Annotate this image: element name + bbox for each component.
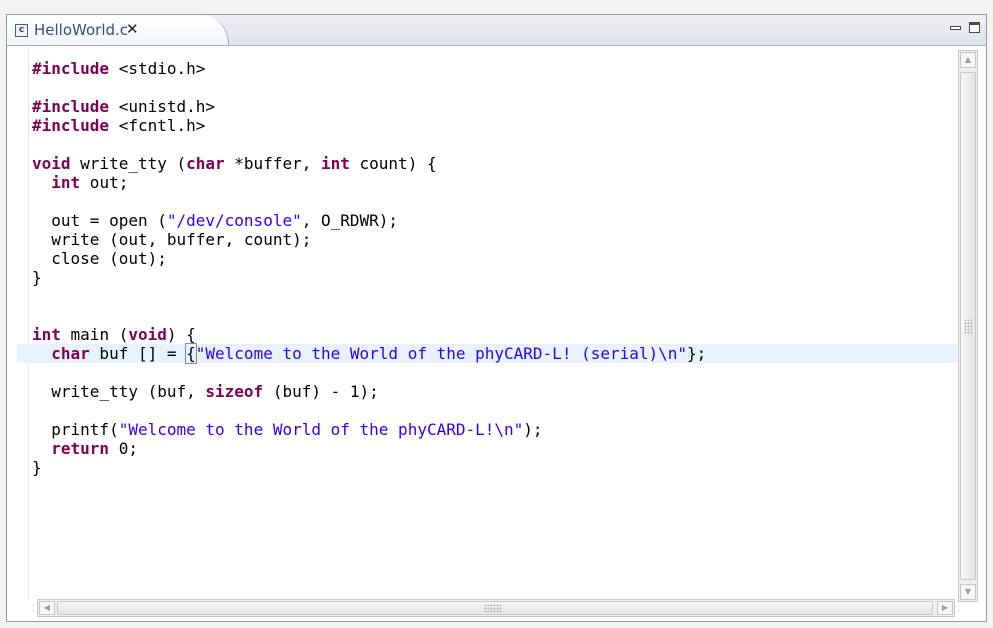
code-line[interactable] (32, 135, 957, 154)
left-ruler (17, 46, 29, 601)
code-line[interactable] (32, 78, 957, 97)
code-line[interactable]: int main (void) { (32, 325, 957, 344)
code-line[interactable] (32, 306, 957, 325)
code-token: } (32, 268, 42, 287)
code-token: <stdio.h> (109, 59, 206, 78)
code-line[interactable] (32, 363, 957, 382)
tab-helloworld-c[interactable]: c HelloWorld.c ✕ (7, 15, 229, 45)
horizontal-scrollbar[interactable]: ◀ ▶ (37, 599, 955, 617)
code-line[interactable]: close (out); (32, 249, 957, 268)
code-token: out; (80, 173, 129, 192)
scroll-up-arrow-icon[interactable]: ▲ (960, 52, 976, 68)
matching-bracket: { (185, 343, 197, 364)
code-token: main ( (60, 325, 129, 344)
code-line[interactable]: #include <stdio.h> (32, 59, 957, 78)
keyword-token: #include (32, 59, 110, 78)
code-token: out = open ( (32, 211, 167, 230)
grip-icon (484, 604, 502, 612)
code-token: <unistd.h> (109, 97, 216, 116)
code-line[interactable]: return 0; (32, 439, 957, 458)
keyword-token: int (32, 325, 61, 344)
code-line[interactable]: void write_tty (char *buffer, int count)… (32, 154, 957, 173)
horizontal-scroll-thumb[interactable] (57, 601, 933, 615)
minimize-icon[interactable] (950, 26, 961, 30)
code-token: write_tty (buf, (32, 382, 206, 401)
current-code-line[interactable]: char buf [] = {"Welcome to the World of … (17, 343, 957, 364)
code-token: buf [] = (89, 344, 187, 363)
code-line[interactable] (32, 401, 957, 420)
code-token: printf( (32, 420, 119, 439)
code-token: } (32, 458, 42, 477)
tab-label: HelloWorld.c (34, 21, 129, 39)
keyword-token: int (51, 173, 81, 192)
code-token: }; (687, 344, 707, 363)
code-line[interactable]: int out; (32, 173, 957, 192)
c-source-file-icon: c (15, 24, 28, 37)
code-line[interactable] (32, 192, 957, 211)
keyword-token: char (186, 154, 225, 173)
code-line[interactable] (32, 287, 957, 306)
grip-icon (964, 319, 972, 335)
code-line[interactable]: write (out, buffer, count); (32, 230, 957, 249)
editor-view: c HelloWorld.c ✕ #include <stdio.h> #inc… (6, 14, 987, 622)
code-line[interactable]: write_tty (buf, sizeof (buf) - 1); (32, 382, 957, 401)
vertical-scrollbar[interactable]: ▲ ▼ (958, 50, 978, 602)
code-token: ) { (166, 325, 196, 344)
keyword-token: #include (32, 97, 110, 116)
code-line[interactable]: } (32, 458, 957, 477)
scroll-left-arrow-icon[interactable]: ◀ (39, 601, 55, 615)
scroll-down-arrow-icon[interactable]: ▼ (960, 584, 976, 600)
keyword-token: char (51, 344, 90, 363)
editor-tab-strip: c HelloWorld.c ✕ (7, 15, 986, 46)
code-line[interactable]: } (32, 268, 957, 287)
vertical-scroll-thumb[interactable] (960, 72, 976, 580)
code-line[interactable]: #include <unistd.h> (32, 97, 957, 116)
keyword-token: void (128, 325, 167, 344)
keyword-token: return (51, 439, 110, 458)
maximize-icon[interactable] (969, 22, 980, 33)
code-token: , O_RDWR); (301, 211, 399, 230)
code-token: (buf) - 1); (263, 382, 379, 401)
code-token: *buffer, (224, 154, 321, 173)
code-token: write_tty ( (70, 154, 187, 173)
code-token: 0; (109, 439, 138, 458)
code-token: count) { (349, 154, 437, 173)
code-token: <fcntl.h> (109, 116, 206, 135)
code-line[interactable]: printf("Welcome to the World of the phyC… (32, 420, 957, 439)
code-token: write (out, buffer, count); (32, 230, 312, 249)
keyword-token: #include (32, 116, 110, 135)
code-editor[interactable]: #include <stdio.h> #include <unistd.h> #i… (17, 46, 957, 601)
close-icon[interactable]: ✕ (126, 20, 139, 38)
scroll-right-arrow-icon[interactable]: ▶ (937, 601, 953, 615)
code-token: close (out); (32, 249, 167, 268)
keyword-token: sizeof (205, 382, 264, 401)
string-token: "Welcome to the World of the phyCARD-L! … (195, 344, 688, 363)
string-token: "/dev/console" (166, 211, 302, 230)
code-token: ); (523, 420, 543, 439)
code-line[interactable]: out = open ("/dev/console", O_RDWR); (32, 211, 957, 230)
code-line[interactable]: #include <fcntl.h> (32, 116, 957, 135)
keyword-token: int (320, 154, 350, 173)
view-controls (948, 19, 982, 39)
code-lines: #include <stdio.h> #include <unistd.h> #i… (17, 59, 957, 477)
keyword-token: void (32, 154, 71, 173)
string-token: "Welcome to the World of the phyCARD-L!\… (118, 420, 524, 439)
